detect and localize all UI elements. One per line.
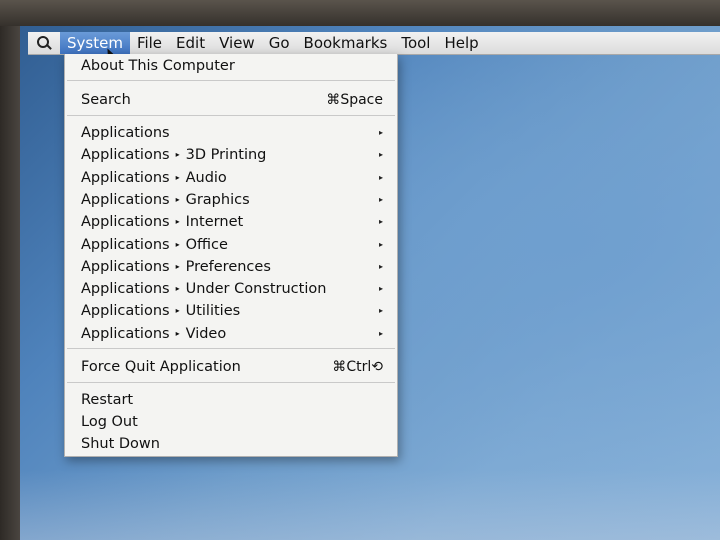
menu-item-label: Log Out bbox=[81, 414, 138, 430]
menu-item-applications-utilities[interactable]: Applications ▸ Utilities ▸ bbox=[81, 300, 383, 322]
menu-item-label: Search bbox=[81, 92, 131, 108]
path-arrow-icon: ▸ bbox=[175, 261, 180, 271]
menu-item-search[interactable]: Search ⌘Space bbox=[81, 89, 383, 111]
submenu-arrow-icon: ▸ bbox=[378, 217, 383, 227]
applications-label: Applications bbox=[81, 303, 170, 320]
menu-item-label: Applications bbox=[81, 122, 170, 144]
applications-label: Applications bbox=[81, 236, 170, 253]
menu-help[interactable]: Help bbox=[437, 32, 485, 54]
submenu-category-label: Video bbox=[185, 325, 227, 342]
menu-item-label: Applications ▸ Graphics bbox=[81, 189, 250, 211]
path-arrow-icon: ▸ bbox=[175, 239, 180, 249]
menu-edit[interactable]: Edit bbox=[169, 32, 212, 54]
path-arrow-icon: ▸ bbox=[175, 150, 180, 160]
menu-item-restart[interactable]: Restart bbox=[81, 389, 383, 411]
menu-item-label: Applications ▸ Audio bbox=[81, 167, 227, 189]
shortcut-label: ⌘Ctrl⟲ bbox=[332, 359, 383, 375]
applications-label: Applications bbox=[81, 191, 170, 208]
applications-label: Applications bbox=[81, 169, 170, 186]
menu-separator bbox=[67, 382, 395, 383]
menu-bar: System File Edit View Go Bookmarks Tool … bbox=[28, 32, 720, 55]
submenu-arrow-icon: ▸ bbox=[378, 328, 383, 338]
submenu-arrow-icon: ▸ bbox=[378, 128, 383, 137]
menu-item-label: Applications ▸ Internet bbox=[81, 211, 243, 233]
submenu-arrow-icon: ▸ bbox=[378, 306, 383, 316]
menu-item-label: About This Computer bbox=[81, 58, 235, 74]
menu-item-applications-3d-printing[interactable]: Applications ▸ 3D Printing ▸ bbox=[81, 144, 383, 166]
menu-item-label: Restart bbox=[81, 392, 134, 408]
menu-item-log-out[interactable]: Log Out bbox=[81, 411, 383, 433]
menu-item-applications[interactable]: Applications ▸ bbox=[81, 122, 383, 144]
menu-view[interactable]: View bbox=[212, 32, 262, 54]
applications-label: Applications bbox=[81, 147, 170, 164]
menu-item-label: Applications ▸ Preferences bbox=[81, 256, 271, 278]
screen-glare bbox=[20, 470, 720, 540]
submenu-category-label: Under Construction bbox=[185, 281, 327, 298]
menu-separator bbox=[67, 115, 395, 116]
applications-label: Applications bbox=[81, 214, 170, 231]
menu-item-label: Applications ▸ Office bbox=[81, 234, 228, 256]
submenu-category-label: Graphics bbox=[185, 191, 250, 208]
menu-system[interactable]: System bbox=[60, 32, 130, 54]
menu-item-about[interactable]: About This Computer bbox=[81, 55, 383, 77]
path-arrow-icon: ▸ bbox=[175, 284, 180, 294]
menu-item-force-quit[interactable]: Force Quit Application ⌘Ctrl⟲ bbox=[81, 356, 383, 378]
menu-item-shut-down[interactable]: Shut Down bbox=[81, 433, 383, 455]
menu-item-label: Applications ▸ Video bbox=[81, 323, 226, 345]
menu-item-applications-under-construction[interactable]: Applications ▸ Under Construction ▸ bbox=[81, 278, 383, 300]
menu-item-applications-internet[interactable]: Applications ▸ Internet ▸ bbox=[81, 211, 383, 233]
submenu-category-label: 3D Printing bbox=[185, 147, 267, 164]
path-arrow-icon: ▸ bbox=[175, 306, 180, 316]
submenu-category-label: Audio bbox=[185, 169, 227, 186]
submenu-arrow-icon: ▸ bbox=[378, 261, 383, 271]
menu-item-applications-preferences[interactable]: Applications ▸ Preferences ▸ bbox=[81, 256, 383, 278]
submenu-category-label: Utilities bbox=[185, 303, 241, 320]
applications-label: Applications bbox=[81, 125, 170, 141]
path-arrow-icon: ▸ bbox=[175, 194, 180, 204]
submenu-arrow-icon: ▸ bbox=[378, 194, 383, 204]
menu-separator bbox=[67, 348, 395, 349]
path-arrow-icon: ▸ bbox=[175, 328, 180, 338]
menu-tool[interactable]: Tool bbox=[394, 32, 437, 54]
path-arrow-icon: ▸ bbox=[175, 217, 180, 227]
path-arrow-icon: ▸ bbox=[175, 172, 180, 182]
submenu-arrow-icon: ▸ bbox=[378, 284, 383, 294]
menu-item-applications-audio[interactable]: Applications ▸ Audio ▸ bbox=[81, 167, 383, 189]
menu-item-applications-video[interactable]: Applications ▸ Video ▸ bbox=[81, 323, 383, 345]
menu-item-label: Applications ▸ Utilities bbox=[81, 300, 240, 322]
menu-file[interactable]: File bbox=[130, 32, 169, 54]
applications-label: Applications bbox=[81, 258, 170, 275]
menu-go[interactable]: Go bbox=[262, 32, 297, 54]
submenu-category-label: Internet bbox=[185, 214, 244, 231]
menu-item-applications-office[interactable]: Applications ▸ Office ▸ bbox=[81, 234, 383, 256]
menu-item-applications-graphics[interactable]: Applications ▸ Graphics ▸ bbox=[81, 189, 383, 211]
system-menu: About This Computer Search ⌘Space Applic… bbox=[64, 54, 398, 457]
shortcut-label: ⌘Space bbox=[326, 92, 383, 108]
submenu-category-label: Preferences bbox=[185, 258, 271, 275]
menu-bookmarks[interactable]: Bookmarks bbox=[297, 32, 395, 54]
submenu-arrow-icon: ▸ bbox=[378, 172, 383, 182]
applications-label: Applications bbox=[81, 325, 170, 342]
menu-item-label: Applications ▸ Under Construction bbox=[81, 278, 326, 300]
search-icon[interactable] bbox=[28, 32, 60, 54]
submenu-arrow-icon: ▸ bbox=[378, 239, 383, 249]
menu-separator bbox=[67, 80, 395, 81]
applications-label: Applications bbox=[81, 281, 170, 298]
submenu-arrow-icon: ▸ bbox=[378, 150, 383, 160]
menu-item-label: Force Quit Application bbox=[81, 359, 241, 375]
monitor-bezel-left bbox=[0, 26, 20, 540]
menu-item-label: Applications ▸ 3D Printing bbox=[81, 144, 266, 166]
submenu-category-label: Office bbox=[185, 236, 228, 253]
menu-item-label: Shut Down bbox=[81, 436, 160, 452]
